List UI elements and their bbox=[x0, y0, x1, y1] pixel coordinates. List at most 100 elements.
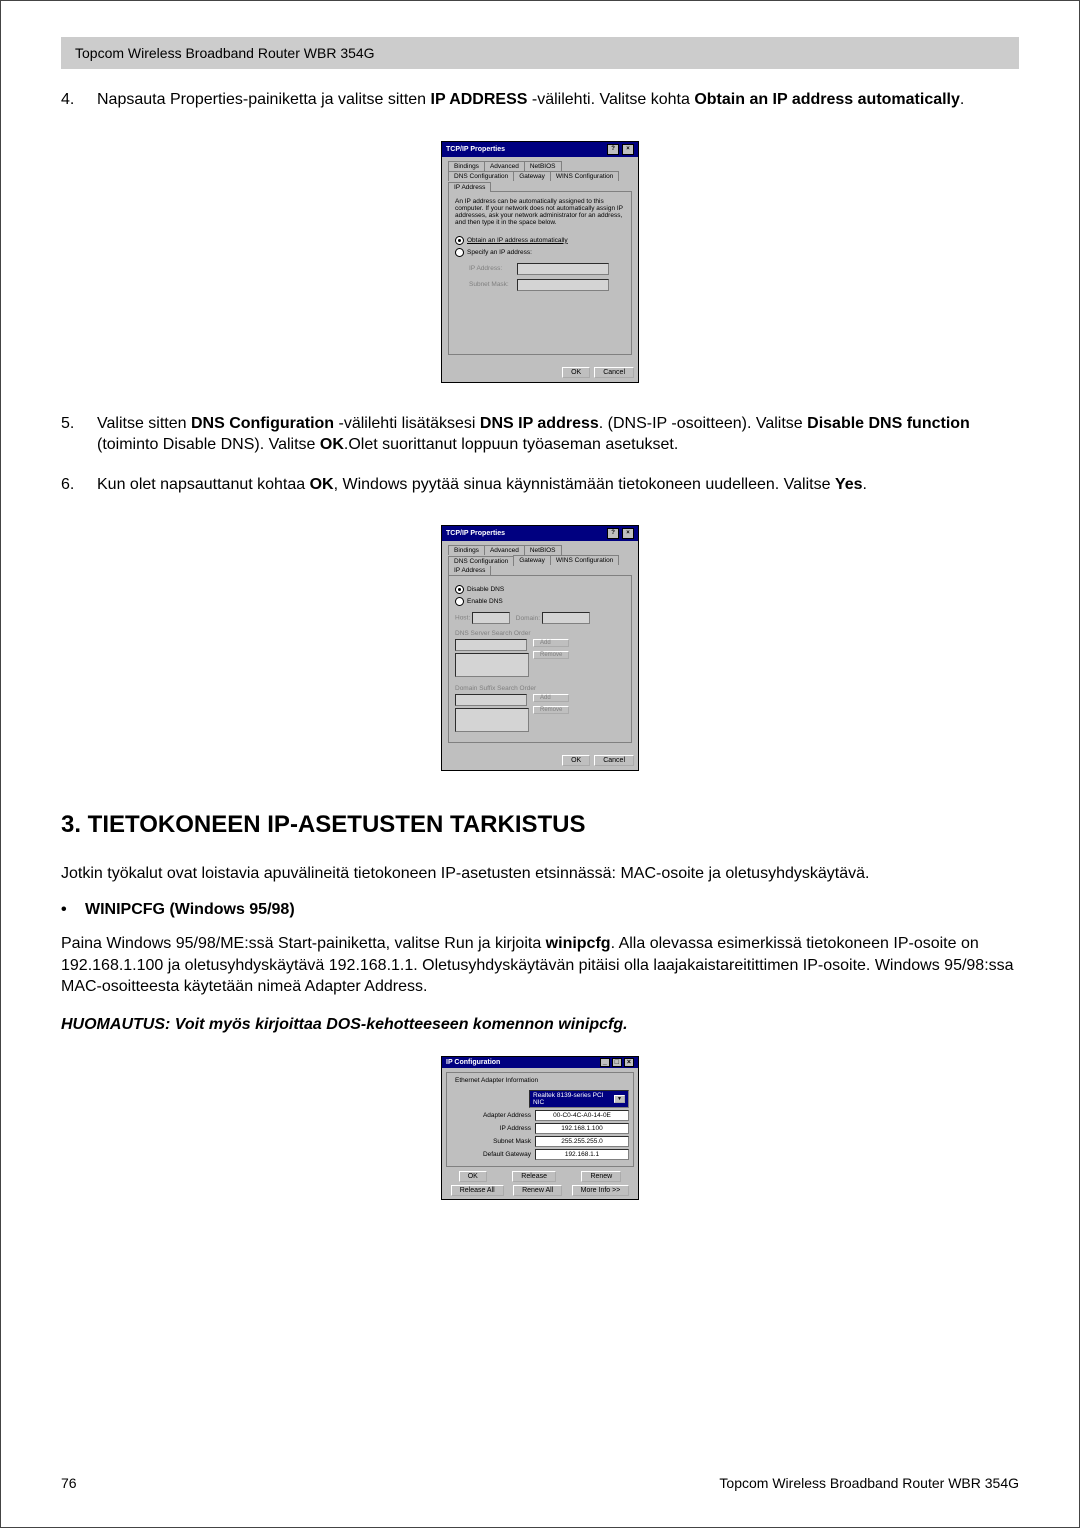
value-default-gateway: 192.168.1.1 bbox=[535, 1149, 629, 1160]
list-number: 6. bbox=[61, 474, 97, 496]
ordered-list-cont: 5. Valitse sitten DNS Configuration -väl… bbox=[61, 413, 1019, 496]
renew-button[interactable]: Renew bbox=[581, 1171, 621, 1182]
tab-dns[interactable]: DNS Configuration bbox=[448, 171, 514, 181]
ok-button[interactable]: OK bbox=[562, 755, 590, 766]
help-icon[interactable]: ? bbox=[607, 528, 619, 539]
ok-button[interactable]: OK bbox=[562, 367, 590, 378]
document-page: Topcom Wireless Broadband Router WBR 354… bbox=[0, 0, 1080, 1528]
value-ip-address: 192.168.1.100 bbox=[535, 1123, 629, 1134]
list-item-5: 5. Valitse sitten DNS Configuration -väl… bbox=[61, 413, 1019, 456]
maximize-icon[interactable]: □ bbox=[612, 1058, 622, 1067]
value-adapter-address: 00-C0-4C-A0-14-0E bbox=[535, 1110, 629, 1121]
figure-tcpip-dns: TCP/IP Properties ? × Bindings Advanced … bbox=[61, 525, 1019, 771]
list-item-4: 4. Napsauta Properties-painiketta ja val… bbox=[61, 89, 1019, 111]
figure-ipconfig: IP Configuration _ □ × Ethernet Adapter … bbox=[61, 1056, 1019, 1200]
tab-row-top: Bindings Advanced NetBIOS bbox=[448, 545, 632, 555]
dialog-titlebar: TCP/IP Properties ? × bbox=[442, 142, 638, 157]
label-suffix-order: Domain Suffix Search Order bbox=[455, 685, 625, 692]
list-number: 5. bbox=[61, 413, 97, 456]
ordered-list: 4. Napsauta Properties-painiketta ja val… bbox=[61, 89, 1019, 111]
tab-row-top: Bindings Advanced NetBIOS bbox=[448, 161, 632, 171]
tab-ip-address[interactable]: IP Address bbox=[448, 182, 491, 192]
chevron-down-icon: ▼ bbox=[614, 1095, 625, 1103]
tab-row-bottom: DNS Configuration Gateway WINS Configura… bbox=[448, 555, 632, 575]
radio-icon bbox=[455, 236, 464, 245]
list-number: 4. bbox=[61, 89, 97, 111]
note: HUOMAUTUS: Voit myös kirjoittaa DOS-keho… bbox=[61, 1016, 1019, 1034]
dns-list bbox=[455, 653, 529, 677]
button-row-1: OK Release Renew bbox=[446, 1171, 634, 1182]
dialog-titlebar: IP Configuration _ □ × bbox=[442, 1057, 638, 1068]
radio-icon bbox=[455, 597, 464, 606]
label-adapter-address: Adapter Address bbox=[451, 1112, 535, 1119]
minimize-icon[interactable]: _ bbox=[600, 1058, 610, 1067]
label-dns-order: DNS Server Search Order bbox=[455, 630, 625, 637]
close-icon[interactable]: × bbox=[622, 144, 634, 155]
domain-input bbox=[542, 612, 590, 624]
radio-enable-dns[interactable]: Enable DNS bbox=[455, 597, 625, 606]
more-info-button[interactable]: More Info >> bbox=[572, 1185, 630, 1196]
paragraph: Jotkin työkalut ovat loistavia apuväline… bbox=[61, 863, 1019, 885]
tab-bindings[interactable]: Bindings bbox=[448, 545, 485, 555]
label-domain: Domain: bbox=[516, 615, 540, 622]
list-text: Valitse sitten DNS Configuration -välile… bbox=[97, 413, 1019, 456]
tab-bindings[interactable]: Bindings bbox=[448, 161, 485, 171]
dialog-title: IP Configuration bbox=[446, 1059, 500, 1066]
remove-button: Remove bbox=[533, 706, 569, 714]
tab-gateway[interactable]: Gateway bbox=[513, 171, 551, 181]
dialog-tcpip-properties: TCP/IP Properties ? × Bindings Advanced … bbox=[441, 141, 639, 383]
close-icon[interactable]: × bbox=[624, 1058, 634, 1067]
tab-advanced[interactable]: Advanced bbox=[484, 545, 525, 555]
label-default-gateway: Default Gateway bbox=[451, 1151, 535, 1158]
list-item-6: 6. Kun olet napsauttanut kohtaa OK, Wind… bbox=[61, 474, 1019, 496]
label-ip-address: IP Address: bbox=[469, 265, 515, 272]
tab-gateway[interactable]: Gateway bbox=[513, 555, 551, 565]
cancel-button[interactable]: Cancel bbox=[594, 755, 634, 766]
paragraph: Paina Windows 95/98/ME:ssä Start-painike… bbox=[61, 933, 1019, 998]
button-row-2: Release All Renew All More Info >> bbox=[446, 1185, 634, 1196]
subnet-mask-input bbox=[517, 279, 609, 291]
tab-netbios[interactable]: NetBIOS bbox=[524, 545, 562, 555]
tab-dns[interactable]: DNS Configuration bbox=[448, 556, 514, 566]
release-button[interactable]: Release bbox=[512, 1171, 556, 1182]
label-subnet-mask: Subnet Mask: bbox=[469, 281, 515, 288]
tab-wins[interactable]: WINS Configuration bbox=[550, 171, 619, 181]
renew-all-button[interactable]: Renew All bbox=[513, 1185, 562, 1196]
dns-ip-input bbox=[455, 639, 527, 651]
radio-disable-dns[interactable]: Disable DNS bbox=[455, 585, 625, 594]
tab-advanced[interactable]: Advanced bbox=[484, 161, 525, 171]
suffix-list bbox=[455, 708, 529, 732]
section-heading: 3. TIETOKONEEN IP-ASETUSTEN TARKISTUS bbox=[61, 811, 1019, 839]
dialog-title: TCP/IP Properties bbox=[446, 530, 505, 537]
page-footer: 76 Topcom Wireless Broadband Router WBR … bbox=[61, 1475, 1019, 1491]
footer-product: Topcom Wireless Broadband Router WBR 354… bbox=[719, 1475, 1019, 1491]
value-subnet-mask: 255.255.255.0 bbox=[535, 1136, 629, 1147]
dialog-titlebar: TCP/IP Properties ? × bbox=[442, 526, 638, 541]
radio-icon bbox=[455, 248, 464, 257]
ip-address-input bbox=[517, 263, 609, 275]
figure-tcpip-ipaddress: TCP/IP Properties ? × Bindings Advanced … bbox=[61, 141, 1019, 383]
close-icon[interactable]: × bbox=[622, 528, 634, 539]
tab-wins[interactable]: WINS Configuration bbox=[550, 555, 619, 565]
tab-panel-ipaddress: An IP address can be automatically assig… bbox=[448, 191, 632, 355]
help-icon[interactable]: ? bbox=[607, 144, 619, 155]
radio-obtain-auto[interactable]: Obtain an IP address automatically bbox=[455, 236, 625, 245]
label-subnet-mask: Subnet Mask bbox=[451, 1138, 535, 1145]
ip-description: An IP address can be automatically assig… bbox=[455, 198, 625, 226]
tab-netbios[interactable]: NetBIOS bbox=[524, 161, 562, 171]
group-ethernet-adapter: Ethernet Adapter Information Realtek 813… bbox=[446, 1072, 634, 1167]
tab-ip-address[interactable]: IP Address bbox=[448, 565, 491, 575]
group-label: Ethernet Adapter Information bbox=[453, 1077, 540, 1084]
ok-button[interactable]: OK bbox=[459, 1171, 487, 1182]
label-host: Host: bbox=[455, 615, 470, 622]
dialog-tcpip-dns: TCP/IP Properties ? × Bindings Advanced … bbox=[441, 525, 639, 771]
cancel-button[interactable]: Cancel bbox=[594, 367, 634, 378]
release-all-button[interactable]: Release All bbox=[451, 1185, 504, 1196]
add-button: Add bbox=[533, 639, 569, 647]
label-ip-address: IP Address bbox=[451, 1125, 535, 1132]
adapter-select[interactable]: Realtek 8139-series PCI NIC ▼ bbox=[529, 1090, 629, 1108]
radio-icon bbox=[455, 585, 464, 594]
radio-specify[interactable]: Specify an IP address: bbox=[455, 248, 625, 257]
tab-panel-dns: Disable DNS Enable DNS Host: Domain: DNS… bbox=[448, 575, 632, 743]
remove-button: Remove bbox=[533, 651, 569, 659]
